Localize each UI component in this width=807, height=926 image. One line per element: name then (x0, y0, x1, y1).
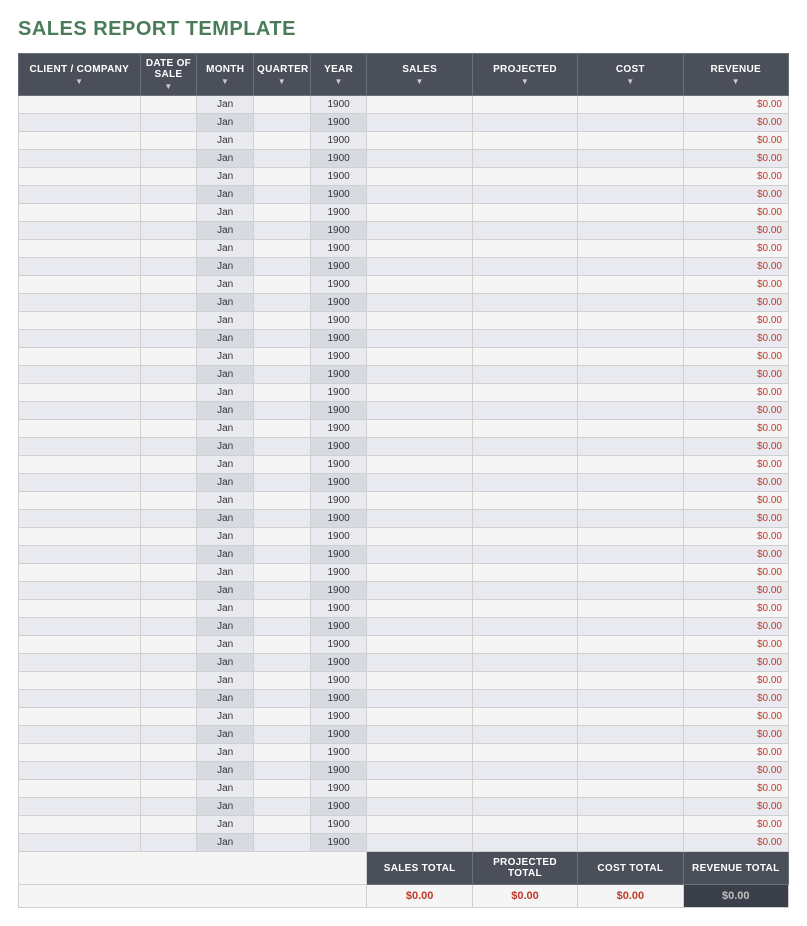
table-row: Jan1900$0.00 (19, 222, 789, 240)
table-row: Jan1900$0.00 (19, 582, 789, 600)
table-row: Jan1900$0.00 (19, 762, 789, 780)
table-row: Jan1900$0.00 (19, 654, 789, 672)
table-row: Jan1900$0.00 (19, 834, 789, 852)
col-header-client[interactable]: CLIENT / COMPANY ▼ (19, 54, 141, 96)
table-row: Jan1900$0.00 (19, 636, 789, 654)
sales-total-label: SALES TOTAL (367, 852, 472, 885)
revenue-total-label: REVENUE TOTAL (683, 852, 788, 885)
page-title: SALES REPORT TEMPLATE (18, 18, 789, 41)
table-row: Jan1900$0.00 (19, 114, 789, 132)
table-row: Jan1900$0.00 (19, 204, 789, 222)
table-row: Jan1900$0.00 (19, 420, 789, 438)
cost-total-label: COST TOTAL (578, 852, 683, 885)
col-header-projected[interactable]: PROJECTED ▼ (472, 54, 577, 96)
dropdown-arrow-client[interactable]: ▼ (22, 77, 137, 86)
table-row: Jan1900$0.00 (19, 258, 789, 276)
col-header-year[interactable]: YEAR ▼ (310, 54, 367, 96)
table-row: Jan1900$0.00 (19, 312, 789, 330)
dropdown-arrow-year[interactable]: ▼ (314, 77, 364, 86)
table-row: Jan1900$0.00 (19, 456, 789, 474)
table-row: Jan1900$0.00 (19, 672, 789, 690)
table-row: Jan1900$0.00 (19, 726, 789, 744)
table-row: Jan1900$0.00 (19, 528, 789, 546)
dropdown-arrow-quarter[interactable]: ▼ (257, 77, 307, 86)
dropdown-arrow-month[interactable]: ▼ (200, 77, 250, 86)
dropdown-arrow-revenue[interactable]: ▼ (687, 77, 785, 86)
col-header-date[interactable]: DATE OF SALE ▼ (140, 54, 197, 96)
table-row: Jan1900$0.00 (19, 330, 789, 348)
revenue-total-value: $0.00 (683, 885, 788, 908)
table-row: Jan1900$0.00 (19, 492, 789, 510)
table-row: Jan1900$0.00 (19, 618, 789, 636)
col-header-sales[interactable]: SALES ▼ (367, 54, 472, 96)
table-row: Jan1900$0.00 (19, 798, 789, 816)
table-row: Jan1900$0.00 (19, 510, 789, 528)
sales-report-table: CLIENT / COMPANY ▼ DATE OF SALE ▼ MONTH … (18, 53, 789, 908)
table-row: Jan1900$0.00 (19, 816, 789, 834)
cost-total-value: $0.00 (578, 885, 683, 908)
table-row: Jan1900$0.00 (19, 276, 789, 294)
dropdown-arrow-date[interactable]: ▼ (144, 82, 194, 91)
col-header-cost[interactable]: COST ▼ (578, 54, 683, 96)
table-row: Jan1900$0.00 (19, 366, 789, 384)
sales-total-value: $0.00 (367, 885, 472, 908)
table-row: Jan1900$0.00 (19, 564, 789, 582)
table-row: Jan1900$0.00 (19, 546, 789, 564)
table-row: Jan1900$0.00 (19, 402, 789, 420)
table-row: Jan1900$0.00 (19, 438, 789, 456)
table-row: Jan1900$0.00 (19, 96, 789, 114)
table-row: Jan1900$0.00 (19, 294, 789, 312)
projected-total-label: PROJECTED TOTAL (472, 852, 577, 885)
col-header-quarter[interactable]: QUARTER ▼ (254, 54, 311, 96)
table-row: Jan1900$0.00 (19, 780, 789, 798)
dropdown-arrow-cost[interactable]: ▼ (581, 77, 679, 86)
table-row: Jan1900$0.00 (19, 348, 789, 366)
projected-total-value: $0.00 (472, 885, 577, 908)
table-row: Jan1900$0.00 (19, 474, 789, 492)
table-row: Jan1900$0.00 (19, 690, 789, 708)
table-row: Jan1900$0.00 (19, 132, 789, 150)
table-row: Jan1900$0.00 (19, 186, 789, 204)
dropdown-arrow-sales[interactable]: ▼ (370, 77, 468, 86)
table-row: Jan1900$0.00 (19, 708, 789, 726)
table-row: Jan1900$0.00 (19, 744, 789, 762)
table-row: Jan1900$0.00 (19, 384, 789, 402)
dropdown-arrow-projected[interactable]: ▼ (476, 77, 574, 86)
table-row: Jan1900$0.00 (19, 240, 789, 258)
table-container: CLIENT / COMPANY ▼ DATE OF SALE ▼ MONTH … (18, 53, 789, 908)
table-row: Jan1900$0.00 (19, 150, 789, 168)
table-row: Jan1900$0.00 (19, 168, 789, 186)
table-row: Jan1900$0.00 (19, 600, 789, 618)
col-header-revenue[interactable]: REVENUE ▼ (683, 54, 788, 96)
col-header-month[interactable]: MONTH ▼ (197, 54, 254, 96)
